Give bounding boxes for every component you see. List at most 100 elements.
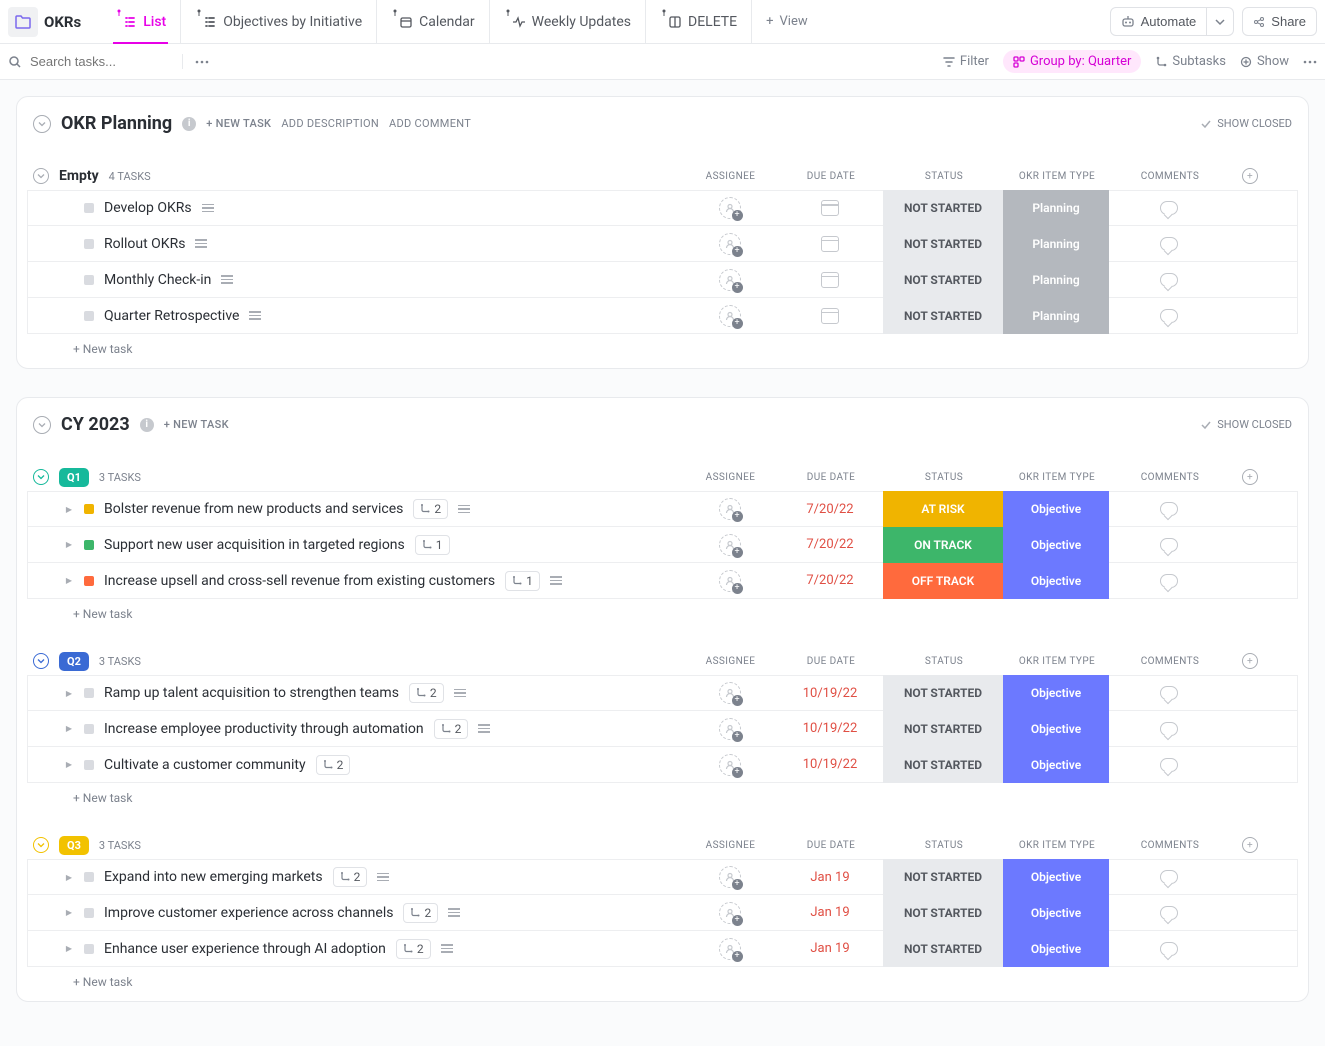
task-title[interactable]: Improve customer experience across chann…	[104, 905, 393, 921]
status-square-icon[interactable]	[84, 504, 94, 514]
status-square-icon[interactable]	[84, 724, 94, 734]
task-title[interactable]: Cultivate a customer community	[104, 757, 306, 773]
expand-subtasks-caret[interactable]: ▶	[64, 540, 74, 549]
assignee-placeholder[interactable]	[719, 718, 741, 740]
group-badge[interactable]: Q2	[59, 652, 89, 671]
assignee-placeholder[interactable]	[719, 938, 741, 960]
task-title[interactable]: Expand into new emerging markets	[104, 869, 323, 885]
subtasks-button[interactable]: Subtasks	[1155, 54, 1226, 69]
due-date[interactable]: 7/20/22	[806, 502, 853, 517]
okr-item-type-chip[interactable]: Objective	[1003, 527, 1109, 563]
status-square-icon[interactable]	[84, 688, 94, 698]
expand-subtasks-caret[interactable]: ▶	[64, 873, 74, 882]
due-date[interactable]: Jan 19	[810, 905, 849, 920]
add-column-button[interactable]: +	[1230, 469, 1258, 485]
collapse-panel-button[interactable]	[33, 115, 51, 133]
group-badge[interactable]: Q1	[59, 468, 89, 487]
status-chip[interactable]: NOT STARTED	[883, 190, 1003, 226]
status-chip[interactable]: NOT STARTED	[883, 747, 1003, 783]
column-status[interactable]: STATUS	[884, 171, 1004, 182]
comment-icon[interactable]	[1160, 906, 1178, 920]
automate-caret-button[interactable]	[1207, 7, 1234, 36]
collapse-group-button[interactable]	[33, 469, 49, 485]
status-chip[interactable]: NOT STARTED	[883, 711, 1003, 747]
new-task-row-button[interactable]: + New task	[27, 967, 1298, 991]
task-title[interactable]: Quarter Retrospective	[104, 308, 239, 324]
comment-icon[interactable]	[1160, 942, 1178, 956]
status-chip[interactable]: NOT STARTED	[883, 298, 1003, 334]
column-assignee[interactable]: ASSIGNEE	[683, 171, 778, 182]
status-chip[interactable]: OFF TRACK	[883, 563, 1003, 599]
status-square-icon[interactable]	[84, 311, 94, 321]
status-chip[interactable]: NOT STARTED	[883, 262, 1003, 298]
column-status[interactable]: STATUS	[884, 840, 1004, 851]
description-icon[interactable]	[550, 576, 562, 585]
description-icon[interactable]	[448, 908, 460, 917]
new-task-row-button[interactable]: + New task	[27, 599, 1298, 623]
collapse-group-button[interactable]	[33, 168, 49, 184]
comment-icon[interactable]	[1160, 870, 1178, 884]
status-chip[interactable]: AT RISK	[883, 491, 1003, 527]
okr-item-type-chip[interactable]: Planning	[1003, 298, 1109, 334]
subtask-count-badge[interactable]: 2	[396, 939, 431, 959]
more-menu-button[interactable]	[183, 60, 221, 64]
column-due-date[interactable]: DUE DATE	[778, 656, 884, 667]
task-title[interactable]: Monthly Check-in	[104, 272, 211, 288]
folder-icon[interactable]	[8, 7, 38, 37]
status-square-icon[interactable]	[84, 944, 94, 954]
assignee-placeholder[interactable]	[719, 498, 741, 520]
comment-icon[interactable]	[1160, 309, 1178, 323]
view-tab-list[interactable]: List	[101, 0, 181, 44]
status-chip[interactable]: NOT STARTED	[883, 931, 1003, 967]
status-square-icon[interactable]	[84, 760, 94, 770]
view-tab-calendar[interactable]: Calendar	[377, 0, 490, 44]
task-row[interactable]: ▶Increase employee productivity through …	[27, 711, 1298, 747]
task-row[interactable]: Quarter Retrospective NOT STARTEDPlanning	[27, 298, 1298, 334]
expand-subtasks-caret[interactable]: ▶	[64, 944, 74, 953]
show-closed-button[interactable]: SHOW CLOSED	[1201, 418, 1292, 431]
okr-item-type-chip[interactable]: Objective	[1003, 859, 1109, 895]
description-icon[interactable]	[454, 689, 466, 698]
okr-item-type-chip[interactable]: Objective	[1003, 747, 1109, 783]
description-icon[interactable]	[478, 724, 490, 733]
column-comments[interactable]: COMMENTS	[1110, 472, 1230, 483]
assignee-placeholder[interactable]	[719, 233, 741, 255]
task-title[interactable]: Increase upsell and cross-sell revenue f…	[104, 573, 495, 589]
task-row[interactable]: ▶Bolster revenue from new products and s…	[27, 491, 1298, 527]
column-comments[interactable]: COMMENTS	[1110, 171, 1230, 182]
okr-item-type-chip[interactable]: Objective	[1003, 931, 1109, 967]
okr-item-type-chip[interactable]: Planning	[1003, 226, 1109, 262]
add-column-button[interactable]: +	[1230, 168, 1258, 184]
column-okr-item-type[interactable]: OKR ITEM TYPE	[1004, 472, 1110, 483]
assignee-placeholder[interactable]	[719, 902, 741, 924]
description-icon[interactable]	[202, 204, 214, 213]
comment-icon[interactable]	[1160, 273, 1178, 287]
okr-item-type-chip[interactable]: Objective	[1003, 895, 1109, 931]
task-row[interactable]: ▶Expand into new emerging markets2Jan 19…	[27, 859, 1298, 895]
new-task-button[interactable]: + NEW TASK	[206, 117, 271, 130]
task-row[interactable]: ▶Enhance user experience through AI adop…	[27, 931, 1298, 967]
status-square-icon[interactable]	[84, 239, 94, 249]
due-date[interactable]: 10/19/22	[803, 721, 858, 736]
subtask-count-badge[interactable]: 1	[505, 571, 540, 591]
status-square-icon[interactable]	[84, 203, 94, 213]
info-icon[interactable]: i	[182, 117, 196, 131]
expand-subtasks-caret[interactable]: ▶	[64, 576, 74, 585]
due-date[interactable]: Jan 19	[810, 941, 849, 956]
status-square-icon[interactable]	[84, 576, 94, 586]
status-square-icon[interactable]	[84, 872, 94, 882]
column-okr-item-type[interactable]: OKR ITEM TYPE	[1004, 171, 1110, 182]
add-comment-button[interactable]: ADD COMMENT	[389, 117, 471, 130]
view-tab-weekly-updates[interactable]: Weekly Updates	[490, 0, 646, 44]
description-icon[interactable]	[195, 239, 207, 248]
subtask-count-badge[interactable]: 2	[333, 867, 368, 887]
due-date[interactable]: 10/19/22	[803, 757, 858, 772]
status-chip[interactable]: NOT STARTED	[883, 675, 1003, 711]
comment-icon[interactable]	[1160, 758, 1178, 772]
okr-item-type-chip[interactable]: Objective	[1003, 491, 1109, 527]
description-icon[interactable]	[458, 505, 470, 514]
task-title[interactable]: Rollout OKRs	[104, 236, 185, 252]
column-due-date[interactable]: DUE DATE	[778, 472, 884, 483]
status-chip[interactable]: NOT STARTED	[883, 859, 1003, 895]
view-tab-objectives-by-initiative[interactable]: Objectives by Initiative	[181, 0, 377, 44]
